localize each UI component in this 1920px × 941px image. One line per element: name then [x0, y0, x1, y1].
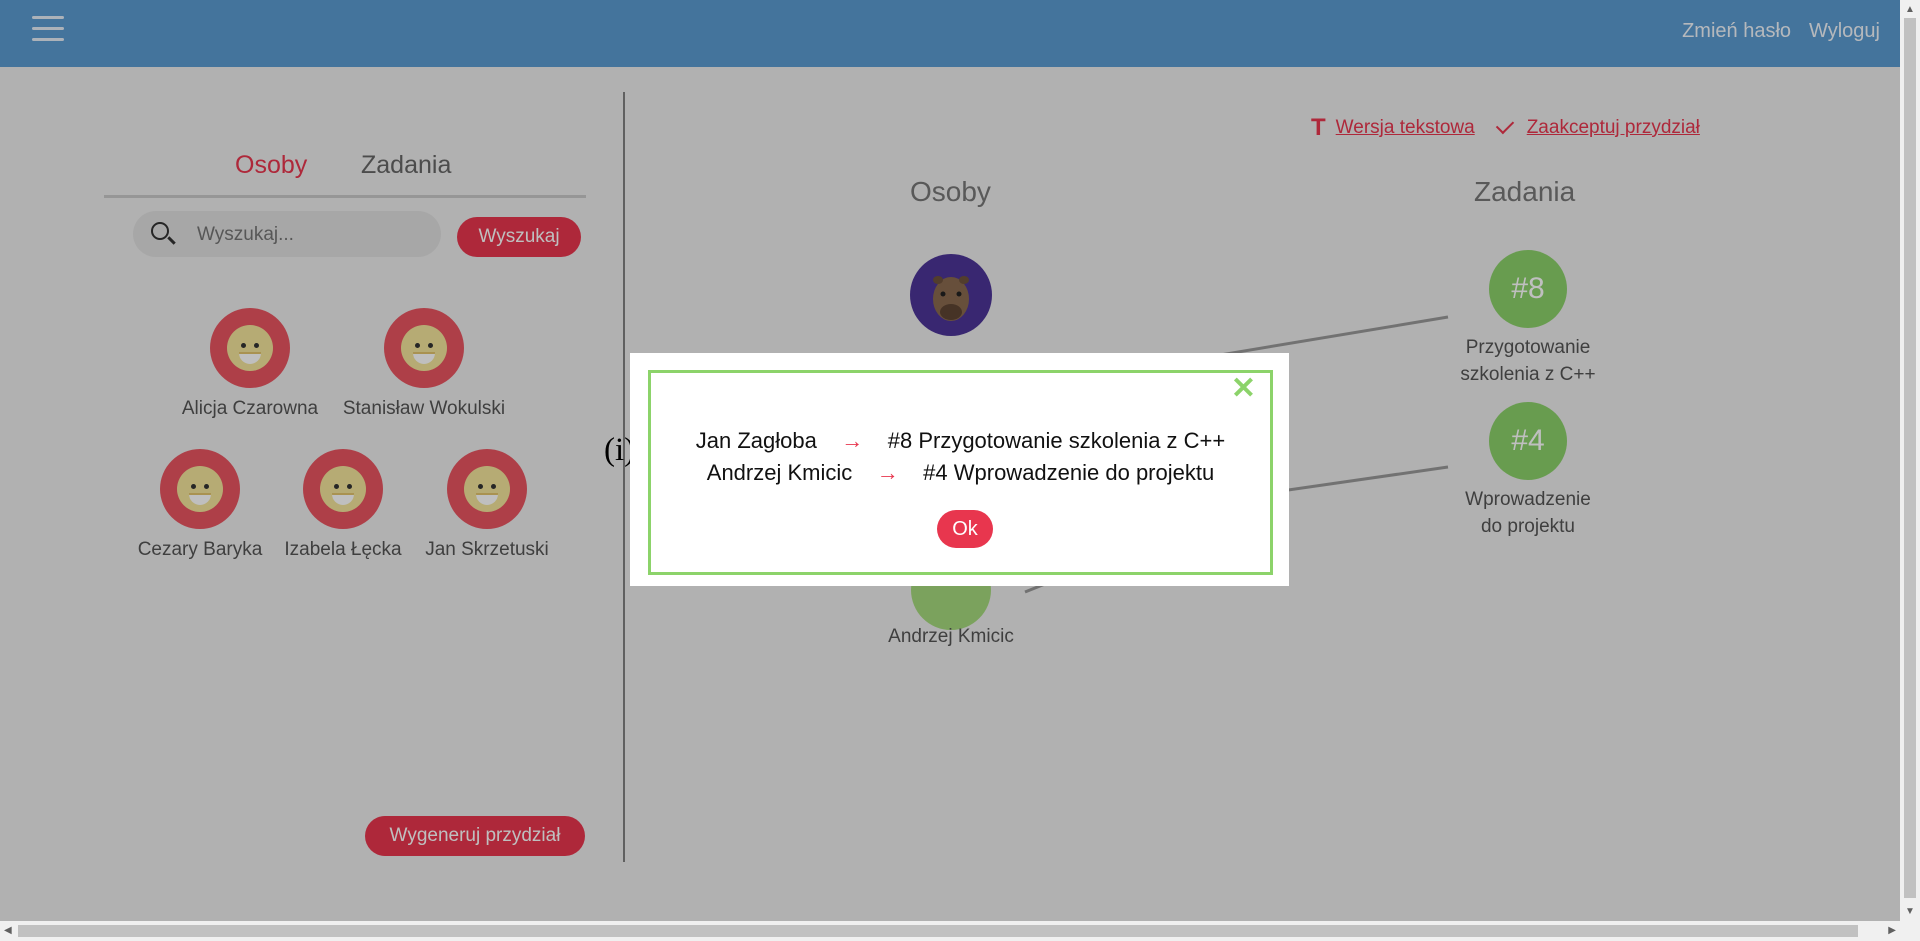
- close-icon[interactable]: ✕: [1231, 371, 1256, 406]
- scroll-down-icon[interactable]: ▼: [1905, 906, 1915, 917]
- scroll-right-icon[interactable]: ▶: [1888, 925, 1896, 936]
- scrollbar-thumb[interactable]: [18, 925, 1858, 937]
- assignment-person: Andrzej Kmicic: [706, 460, 853, 485]
- ok-button[interactable]: Ok: [937, 510, 993, 548]
- dialog-frame: ✕ Jan Zagłoba → #8 Przygotowanie szkolen…: [648, 370, 1273, 575]
- assignment-person: Jan Zagłoba: [695, 428, 817, 453]
- assignment-dialog: ✕ Jan Zagłoba → #8 Przygotowanie szkolen…: [630, 353, 1289, 586]
- arrow-icon: →: [876, 460, 899, 485]
- arrow-icon: →: [841, 428, 864, 453]
- scrollbar-thumb[interactable]: [1904, 18, 1916, 898]
- scroll-left-icon[interactable]: ◀: [4, 925, 12, 936]
- assignment-row: Andrzej Kmicic → #4 Wprowadzenie do proj…: [651, 460, 1270, 486]
- horizontal-scrollbar[interactable]: ◀ ▶: [0, 921, 1920, 941]
- assignment-task: #8 Przygotowanie szkolenia z C++: [887, 428, 1226, 453]
- vertical-scrollbar[interactable]: ▲ ▼: [1900, 0, 1920, 921]
- assignment-row: Jan Zagłoba → #8 Przygotowanie szkolenia…: [651, 428, 1270, 454]
- assignment-task: #4 Wprowadzenie do projektu: [923, 460, 1215, 485]
- scroll-up-icon[interactable]: ▲: [1905, 4, 1915, 15]
